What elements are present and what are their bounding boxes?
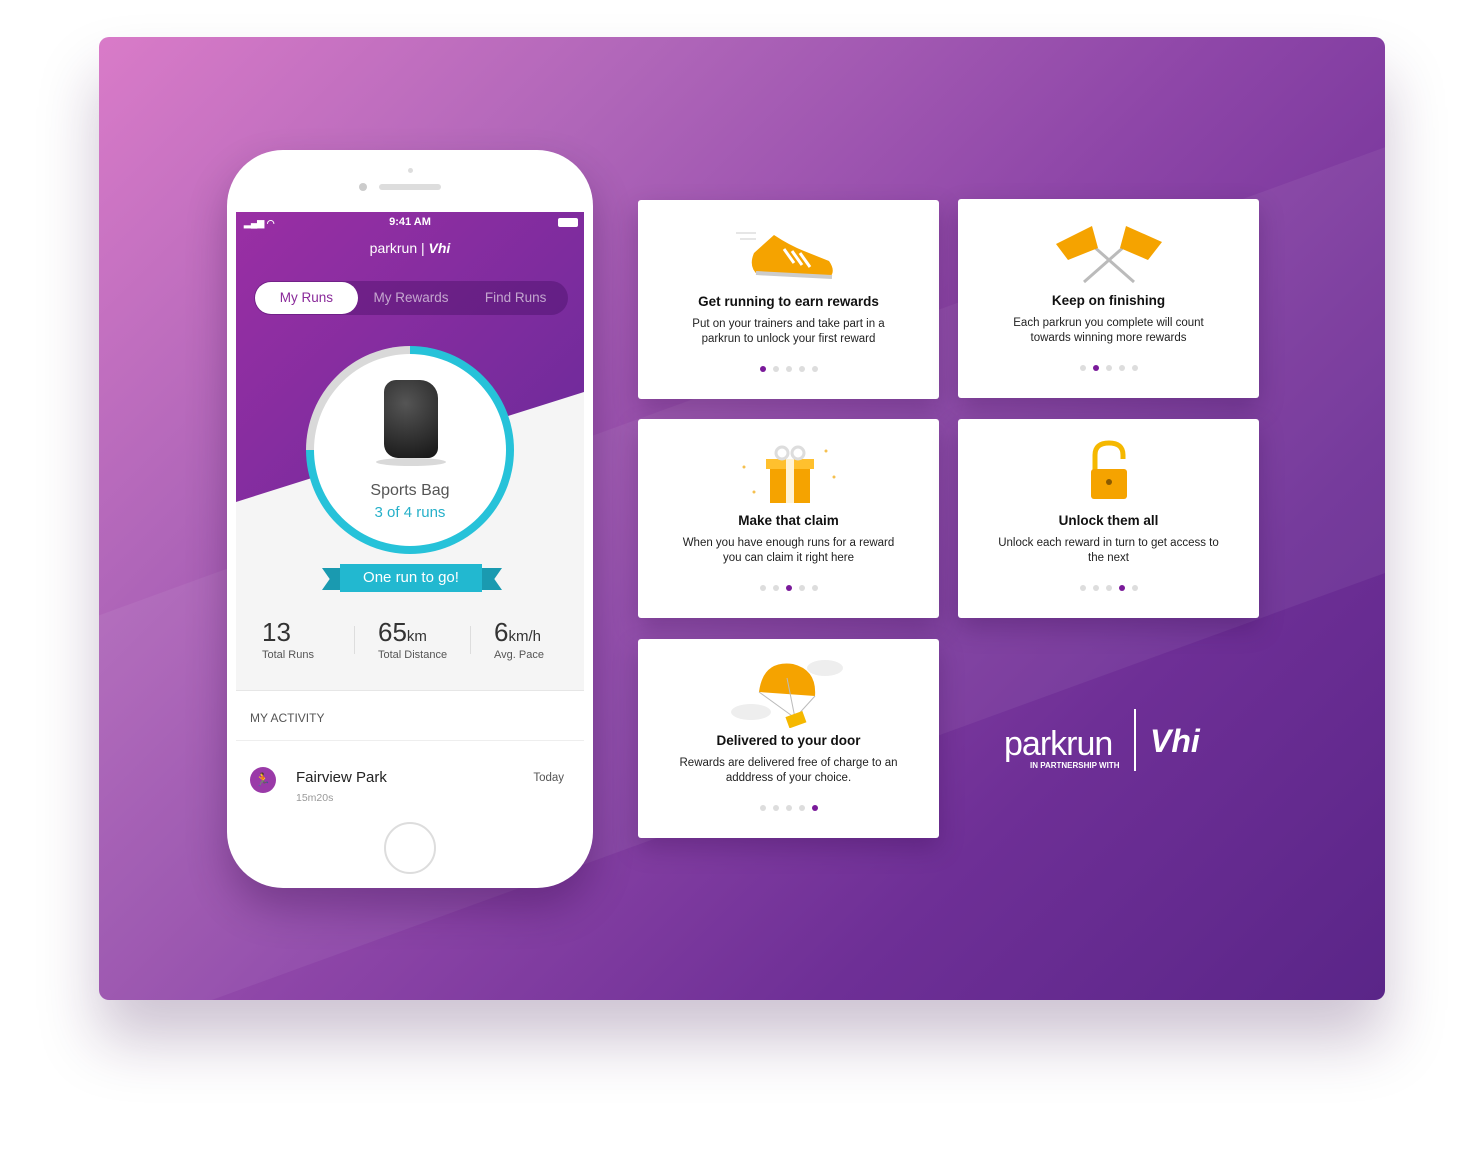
stat-total-distance: 65km Total Distance [378,617,448,661]
tab-my-rewards[interactable]: My Rewards [360,282,463,314]
stat-total-runs: 13 Total Runs [262,617,314,661]
card-text: Unlock each reward in turn to get access… [998,537,1219,564]
activity-time: 15m20s [296,792,334,804]
reward-progress: 3 of 4 runs [374,504,446,521]
activity-name: Fairview Park [296,769,387,786]
ribbon-tail-right [480,568,502,590]
phone-mockup: ▂▄▆ ◠ 9:41 AM parkrun | Vhi My Runs My R… [227,150,593,888]
runner-icon: 🏃 [250,767,276,793]
card-title: Keep on finishing [1051,293,1166,308]
bag-shadow [376,458,446,466]
partnership-tagline: IN PARTNERSHIP WITH [1030,761,1120,770]
onboarding-card: Keep on finishing Each parkrun you compl… [958,199,1259,398]
onboarding-card: Make that claim When you have enough run… [638,419,939,618]
logo-divider [1134,709,1136,771]
onboarding-card: Delivered to your door Rewards are deliv… [638,639,939,838]
tab-find-runs[interactable]: Find Runs [464,282,567,314]
pager-dots [638,805,939,811]
sensor [408,168,413,173]
pager-dots [958,585,1259,591]
divider [354,626,355,654]
status-bar: ▂▄▆ ◠ 9:41 AM [236,216,584,230]
activity-section: MY ACTIVITY 🏃 Fairview Park 15m20s Today [236,690,584,820]
reward-progress-ring[interactable]: Sports Bag 3 of 4 runs [306,346,514,554]
pager-dots [638,585,939,591]
onboarding-card: Get running to earn rewards Put on your … [638,200,939,399]
card-title: Get running to earn rewards [698,294,879,309]
sports-bag-image [384,380,438,458]
parkrun-wordmark: parkrun [1004,725,1113,763]
tab-bar: My Runs My Rewards Find Runs [254,281,568,315]
flags-icon [958,217,1259,287]
card-text: Each parkrun you complete will count tow… [1013,317,1204,344]
card-title: Unlock them all [1058,513,1159,528]
divider [470,626,471,654]
home-button[interactable] [384,822,436,874]
stats-row: 13 Total Runs 65km Total Distance 6km/h Avg… [236,617,584,661]
reward-name: Sports Bag [370,482,450,499]
pager-dots [958,365,1259,371]
speaker [379,184,441,190]
clock: 9:41 AM [389,216,431,228]
gift-icon [638,437,939,507]
signal-wifi-icon: ▂▄▆ ◠ [244,218,275,228]
shoe-icon [638,218,939,288]
card-title: Delivered to your door [716,733,861,748]
pager-dots [638,366,939,372]
parachute-icon [638,657,939,728]
app-screen: ▂▄▆ ◠ 9:41 AM parkrun | Vhi My Runs My R… [236,212,584,820]
padlock-icon [958,437,1259,507]
camera [359,183,367,191]
runs-remaining-banner: One run to go! [340,564,482,592]
activity-date: Today [533,772,564,784]
card-text: When you have enough runs for a reward y… [682,537,895,564]
card-text: Put on your trainers and take part in a … [692,318,885,345]
activity-heading: MY ACTIVITY [236,691,584,741]
onboarding-card: Unlock them all Unlock each reward in tu… [958,419,1259,618]
card-text: Rewards are delivered free of charge to … [679,757,898,784]
stat-avg-pace: 6km/h Avg. Pace [494,617,544,661]
battery-icon [558,218,578,227]
tab-my-runs[interactable]: My Runs [255,282,358,314]
app-logo: parkrun | Vhi [369,240,451,256]
vhi-wordmark: Vhi [1150,723,1200,759]
card-title: Make that claim [738,513,839,528]
